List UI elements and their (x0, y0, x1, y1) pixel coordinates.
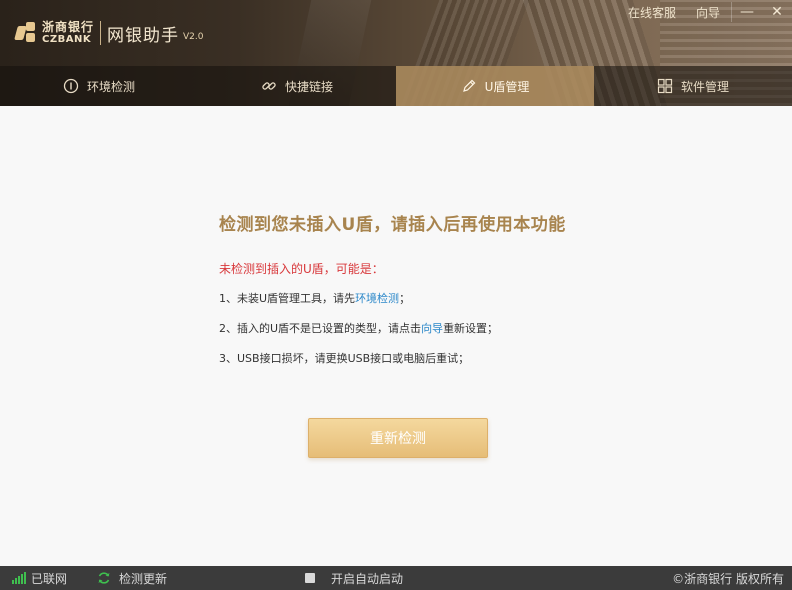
tab-label: 环境检测 (86, 79, 135, 94)
status-bar: 已联网 检测更新 开启自动启动 ©浙商银行 版权所有 (0, 566, 792, 590)
network-status-label: 已联网 (31, 571, 68, 586)
reason-item-3: 3、USB接口损坏，请更换USB接口或电脑后重试； (219, 352, 470, 365)
signal-icon (12, 572, 26, 584)
logo-divider (100, 21, 102, 45)
reason-heading: 未检测到插入的U盾，可能是： (219, 262, 384, 276)
reason-text: 重新设置； (443, 322, 499, 335)
tab-environment-check[interactable]: 环境检测 (0, 66, 198, 106)
guide-link[interactable]: 向导 (696, 4, 720, 21)
tab-software-management[interactable]: 软件管理 (594, 66, 792, 106)
main-panel: 检测到您未插入U盾，请插入后再使用本功能 未检测到插入的U盾，可能是： 1、未装… (0, 106, 792, 566)
notice-title: 检测到您未插入U盾，请插入后再使用本功能 (219, 215, 566, 235)
window-controls: — ✕ (731, 0, 792, 24)
reason-text: 2、插入的U盾不是已设置的类型，请点击 (219, 322, 422, 335)
tab-label: 快捷链接 (284, 79, 333, 94)
tab-ukey-management[interactable]: U盾管理 (396, 66, 594, 106)
pen-icon (462, 79, 475, 92)
tab-label: 软件管理 (680, 79, 729, 94)
bank-logo: 浙商银行 CZBANK 网银助手 V2.0 (14, 18, 204, 48)
reason-text: 1、未装U盾管理工具，请先 (219, 292, 356, 305)
link-icon (262, 82, 276, 90)
refresh-icon (98, 572, 110, 584)
reason-item-1: 1、未装U盾管理工具，请先环境检测； (219, 290, 410, 306)
environment-check-link[interactable]: 环境检测 (355, 292, 399, 305)
minimize-button[interactable]: — (732, 0, 762, 24)
close-button[interactable]: ✕ (762, 0, 792, 24)
guide-inline-link[interactable]: 向导 (421, 322, 443, 335)
app-title: 网银助手 (107, 25, 180, 46)
tab-quick-links[interactable]: 快捷链接 (198, 66, 396, 106)
app-header: 浙商银行 CZBANK 网银助手 V2.0 在线客服 向导 — ✕ 环境检测 快… (0, 0, 792, 106)
top-links: 在线客服 向导 (628, 4, 720, 21)
app-version: V2.0 (183, 32, 204, 42)
network-status: 已联网 (12, 566, 67, 590)
reason-text: ； (399, 292, 411, 305)
reason-item-2: 2、插入的U盾不是已设置的类型，请点击向导重新设置； (219, 320, 498, 336)
autostart-checkbox[interactable] (305, 573, 315, 583)
check-update-button[interactable]: 检测更新 (97, 566, 167, 590)
bank-name-cn: 浙商银行 (42, 20, 95, 34)
online-service-link[interactable]: 在线客服 (628, 4, 676, 21)
tab-label: U盾管理 (484, 79, 530, 94)
copyright: ©浙商银行 版权所有 (672, 571, 784, 586)
info-circle-icon (63, 78, 79, 94)
autostart-option: 开启自动启动 (305, 566, 403, 590)
redetect-button[interactable]: 重新检测 (308, 418, 488, 458)
main-tabs: 环境检测 快捷链接 U盾管理 软件管理 (0, 66, 792, 106)
autostart-label: 开启自动启动 (331, 571, 404, 586)
bank-logo-icon (14, 22, 38, 44)
check-update-label: 检测更新 (119, 571, 168, 586)
grid-icon (657, 78, 673, 94)
bank-name-en: CZBANK (42, 34, 92, 45)
